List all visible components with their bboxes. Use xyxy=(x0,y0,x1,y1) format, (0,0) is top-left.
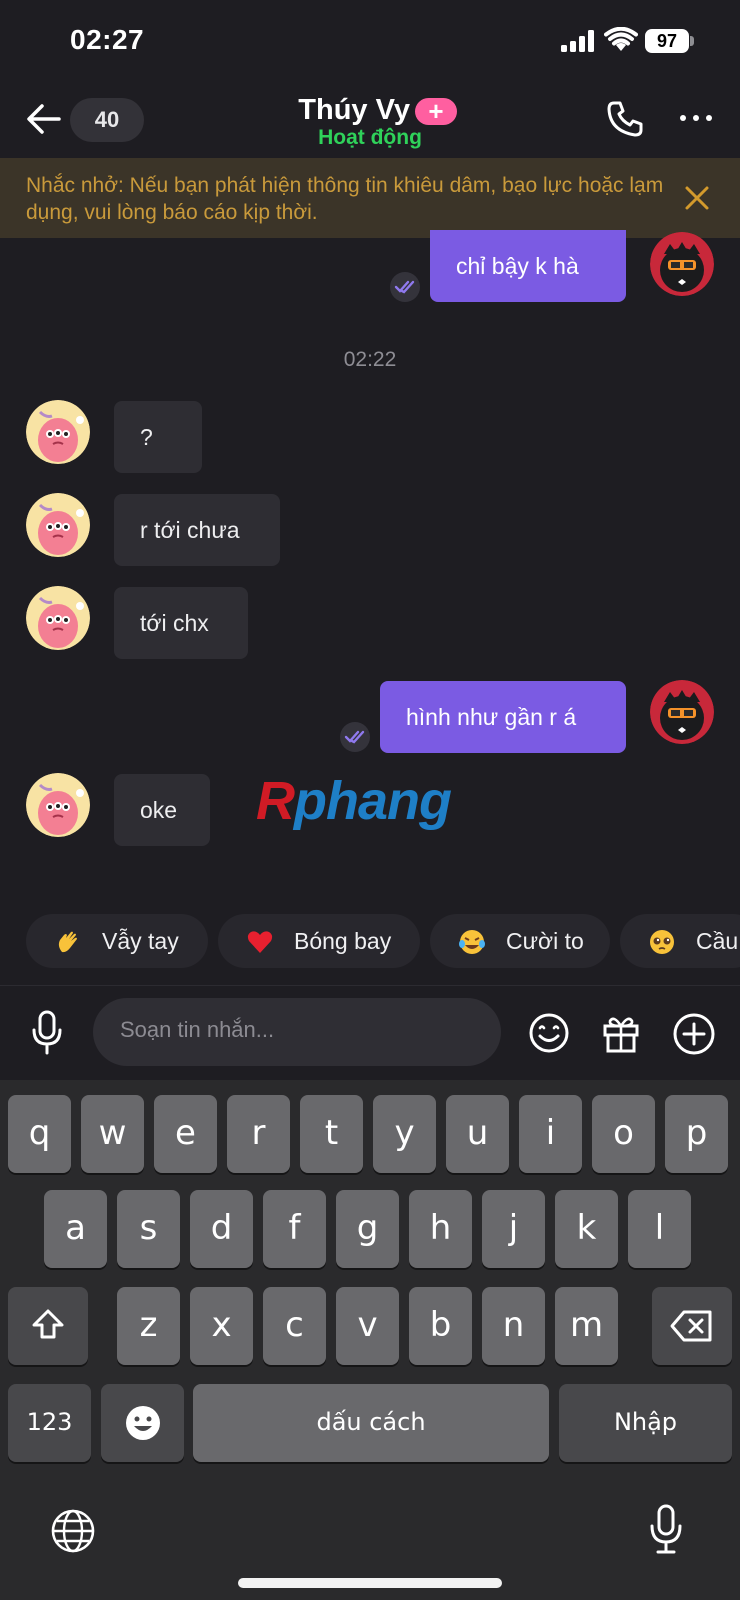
key-p[interactable]: p xyxy=(665,1095,728,1173)
key-d[interactable]: d xyxy=(190,1190,253,1268)
key-f[interactable]: f xyxy=(263,1190,326,1268)
composer-divider xyxy=(0,985,740,986)
watermark-logo: Rphang xyxy=(256,770,452,832)
key-y[interactable]: y xyxy=(373,1095,436,1173)
message-bubble-received[interactable]: tới chx xyxy=(114,587,248,659)
wifi-icon xyxy=(604,27,638,51)
message-timestamp: 02:22 xyxy=(343,348,397,371)
shift-icon xyxy=(32,1309,64,1339)
quick-reaction-label: Cười to xyxy=(506,928,584,954)
plus-badge: + xyxy=(415,98,457,125)
key-w[interactable]: w xyxy=(81,1095,144,1173)
quick-reaction-label: Cầu xyxy=(696,928,739,954)
key-v[interactable]: v xyxy=(336,1287,399,1365)
key-r[interactable]: r xyxy=(227,1095,290,1173)
key-g[interactable]: g xyxy=(336,1190,399,1268)
watermark-rest: phang xyxy=(294,771,452,831)
key-u[interactable]: u xyxy=(446,1095,509,1173)
emoji-key[interactable] xyxy=(101,1384,184,1462)
signal-icon xyxy=(561,30,597,52)
waving-hand-icon xyxy=(58,931,77,953)
key-o[interactable]: o xyxy=(592,1095,655,1173)
key-j[interactable]: j xyxy=(482,1190,545,1268)
read-receipt-icon xyxy=(390,272,420,302)
microphone-icon[interactable] xyxy=(30,1010,64,1056)
reminder-text: Nhắc nhở: Nếu bạn phát hiện thông tin kh… xyxy=(26,174,664,224)
dictation-mic-icon[interactable] xyxy=(648,1504,684,1556)
key-z[interactable]: z xyxy=(117,1287,180,1365)
quick-reaction-label: Bóng bay xyxy=(294,928,392,954)
key-l[interactable]: l xyxy=(628,1190,691,1268)
key-q[interactable]: q xyxy=(8,1095,71,1173)
message-bubble-received[interactable]: r tới chưa xyxy=(114,494,280,566)
key-h[interactable]: h xyxy=(409,1190,472,1268)
home-indicator[interactable] xyxy=(238,1578,502,1588)
my-avatar[interactable] xyxy=(650,680,714,744)
message-input-placeholder: Soạn tin nhắn... xyxy=(120,1017,275,1042)
message-bubble-received[interactable]: oke xyxy=(114,774,210,846)
emoji-key-icon xyxy=(125,1406,160,1440)
key-i[interactable]: i xyxy=(519,1095,582,1173)
quick-reaction-plead[interactable]: Cầu xyxy=(620,914,740,968)
status-time: 02:27 xyxy=(70,24,145,55)
unread-count-badge[interactable]: 40 xyxy=(70,98,144,142)
key-m[interactable]: m xyxy=(555,1287,618,1365)
watermark-first-letter: R xyxy=(256,771,295,831)
gift-icon[interactable] xyxy=(600,1012,642,1054)
numbers-key[interactable]: 123 xyxy=(8,1384,91,1462)
delete-key[interactable] xyxy=(652,1287,732,1365)
key-e[interactable]: e xyxy=(154,1095,217,1173)
globe-icon[interactable] xyxy=(50,1508,96,1554)
backspace-icon xyxy=(670,1310,712,1342)
quick-reaction-heart[interactable]: Bóng bay xyxy=(218,914,420,968)
shift-key[interactable] xyxy=(8,1287,88,1365)
battery-indicator: 97 xyxy=(645,29,689,53)
add-attachment-icon[interactable] xyxy=(672,1012,716,1056)
more-options-icon[interactable] xyxy=(676,110,716,126)
contact-avatar[interactable] xyxy=(26,493,90,557)
quick-reaction-wave[interactable]: Vẫy tay xyxy=(26,914,208,968)
contact-name[interactable]: Thúy Vy xyxy=(260,94,410,127)
pleading-face-icon xyxy=(650,930,674,954)
phone-call-icon[interactable] xyxy=(606,100,644,138)
key-t[interactable]: t xyxy=(300,1095,363,1173)
key-x[interactable]: x xyxy=(190,1287,253,1365)
key-a[interactable]: a xyxy=(44,1190,107,1268)
my-avatar[interactable] xyxy=(650,232,714,296)
back-arrow-icon[interactable] xyxy=(26,102,62,136)
return-key[interactable]: Nhập xyxy=(559,1384,732,1462)
space-key[interactable]: dấu cách xyxy=(193,1384,549,1462)
key-b[interactable]: b xyxy=(409,1287,472,1365)
quick-reaction-label: Vẫy tay xyxy=(102,928,179,954)
contact-avatar[interactable] xyxy=(26,586,90,650)
message-bubble-sent[interactable]: chỉ bậy k hà xyxy=(430,230,626,302)
close-icon[interactable] xyxy=(683,184,711,212)
read-receipt-icon xyxy=(340,722,370,752)
status-bar: 02:27 97 xyxy=(0,0,740,82)
key-c[interactable]: c xyxy=(263,1287,326,1365)
online-status: Hoạt động xyxy=(318,126,422,149)
key-k[interactable]: k xyxy=(555,1190,618,1268)
key-s[interactable]: s xyxy=(117,1190,180,1268)
contact-avatar[interactable] xyxy=(26,400,90,464)
battery-cap xyxy=(690,36,694,46)
red-heart-icon xyxy=(247,931,273,953)
message-bubble-sent[interactable]: hình như gần r á xyxy=(380,681,626,753)
contact-avatar[interactable] xyxy=(26,773,90,837)
tears-of-joy-icon xyxy=(459,930,485,954)
key-n[interactable]: n xyxy=(482,1287,545,1365)
quick-reaction-laugh[interactable]: Cười to xyxy=(430,914,610,968)
emoji-icon[interactable] xyxy=(528,1012,570,1054)
message-bubble-received[interactable]: ? xyxy=(114,401,202,473)
